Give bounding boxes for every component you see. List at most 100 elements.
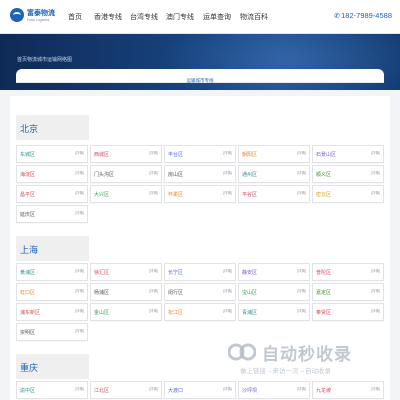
district-item[interactable]: 平谷区 [详情] — [238, 185, 310, 203]
district-item[interactable]: 金山区 [详情] — [90, 303, 162, 321]
detail-link[interactable]: [详情] — [297, 151, 306, 156]
detail-link[interactable]: [详情] — [297, 269, 306, 274]
district-name: 房山区 — [168, 172, 184, 178]
detail-link[interactable]: [详情] — [371, 171, 380, 176]
detail-link[interactable]: [详情] — [75, 211, 84, 216]
detail-link[interactable]: [详情] — [75, 387, 84, 392]
district-item[interactable]: 闵行区 [详情] — [164, 283, 236, 301]
detail-link[interactable]: [详情] — [75, 191, 84, 196]
tab-transport-cities[interactable]: 运输城市专线 — [187, 78, 214, 83]
detail-link[interactable]: [详情] — [75, 309, 84, 314]
district-item[interactable]: 房山区 [详情] — [164, 165, 236, 183]
detail-link[interactable]: [详情] — [297, 309, 306, 314]
district-item[interactable]: 嘉定区 [详情] — [312, 283, 384, 301]
detail-link[interactable]: [详情] — [149, 269, 158, 274]
district-name: 丰台区 — [168, 152, 184, 158]
detail-link[interactable]: [详情] — [223, 269, 232, 274]
district-item[interactable]: 黄浦区 [详情] — [16, 263, 88, 281]
district-item[interactable]: 西城区 [详情] — [90, 145, 162, 163]
nav-home[interactable]: 首页 — [68, 12, 82, 22]
detail-link[interactable]: [详情] — [371, 269, 380, 274]
detail-link[interactable]: [详情] — [223, 191, 232, 196]
globe-logo-icon — [10, 8, 24, 22]
city-header-chongqing: 重庆 — [16, 354, 89, 379]
city-header-shanghai: 上海 — [16, 236, 89, 261]
detail-link[interactable]: [详情] — [371, 151, 380, 156]
detail-link[interactable]: [详情] — [75, 151, 84, 156]
district-item[interactable]: 顺义区 [详情] — [312, 165, 384, 183]
detail-link[interactable]: [详情] — [75, 171, 84, 176]
district-item[interactable]: 徐汇区 [详情] — [90, 263, 162, 281]
district-item[interactable]: 奉贤区 [详情] — [312, 303, 384, 321]
district-item[interactable]: 崇明区 [详情] — [16, 323, 88, 341]
district-item[interactable]: 渝中区 [详情] — [16, 381, 88, 399]
district-item[interactable]: 密云区 [详情] — [312, 185, 384, 203]
district-item[interactable]: 青浦区 [详情] — [238, 303, 310, 321]
district-item[interactable]: 松江区 [详情] — [164, 303, 236, 321]
district-name: 渝中区 — [20, 388, 36, 394]
detail-link[interactable]: [详情] — [371, 191, 380, 196]
detail-link[interactable]: [详情] — [149, 171, 158, 176]
district-item[interactable]: 杨浦区 [详情] — [90, 283, 162, 301]
district-item[interactable]: 通州区 [详情] — [238, 165, 310, 183]
detail-link[interactable]: [详情] — [223, 151, 232, 156]
nav-taiwan-line[interactable]: 台湾专线 — [130, 12, 158, 22]
district-name: 浦东新区 — [20, 310, 41, 316]
district-item[interactable]: 普陀区 [详情] — [312, 263, 384, 281]
detail-link[interactable]: [详情] — [297, 387, 306, 392]
district-item[interactable]: 门头沟区 [详情] — [90, 165, 162, 183]
district-item[interactable]: 静安区 [详情] — [238, 263, 310, 281]
district-item[interactable]: 大兴区 [详情] — [90, 185, 162, 203]
brand-tagline: Futai Logistics — [27, 18, 50, 22]
section-tab-bar: 运输城市专线 — [16, 69, 384, 83]
district-item[interactable]: 朝阳区 [详情] — [238, 145, 310, 163]
detail-link[interactable]: [详情] — [75, 289, 84, 294]
brand-logo[interactable]: 富泰物流 Futai Logistics — [10, 6, 58, 28]
detail-link[interactable]: [详情] — [149, 289, 158, 294]
district-name: 密云区 — [316, 192, 332, 198]
district-name: 静安区 — [242, 270, 258, 276]
detail-link[interactable]: [详情] — [297, 171, 306, 176]
district-item[interactable]: 延庆区 [详情] — [16, 205, 88, 223]
district-item[interactable]: 浦东新区 [详情] — [16, 303, 88, 321]
district-item[interactable]: 怀柔区 [详情] — [164, 185, 236, 203]
city-name: 上海 — [20, 245, 39, 255]
hotline[interactable]: ✆182-7989-4588 — [334, 11, 392, 20]
detail-link[interactable]: [详情] — [149, 191, 158, 196]
district-name: 延庆区 — [20, 212, 36, 218]
district-item[interactable]: 宝山区 [详情] — [238, 283, 310, 301]
district-item[interactable]: 虹口区 [详情] — [16, 283, 88, 301]
nav-hongkong-line[interactable]: 香港专线 — [94, 12, 122, 22]
district-item[interactable]: 九龙坡 [详情] — [312, 381, 384, 399]
detail-link[interactable]: [详情] — [149, 309, 158, 314]
nav-logistics-wiki[interactable]: 物流百科 — [240, 12, 268, 22]
detail-link[interactable]: [详情] — [223, 289, 232, 294]
district-item[interactable]: 丰台区 [详情] — [164, 145, 236, 163]
district-item[interactable]: 东城区 [详情] — [16, 145, 88, 163]
detail-link[interactable]: [详情] — [371, 387, 380, 392]
detail-link[interactable]: [详情] — [149, 151, 158, 156]
nav-waybill-query[interactable]: 运单查询 — [203, 12, 231, 22]
district-item[interactable]: 长宁区 [详情] — [164, 263, 236, 281]
detail-link[interactable]: [详情] — [149, 387, 158, 392]
city-name: 重庆 — [20, 363, 39, 373]
nav-macau-line[interactable]: 澳门专线 — [166, 12, 194, 22]
district-item[interactable]: 沙坪坝 [详情] — [238, 381, 310, 399]
district-item[interactable]: 海淀区 [详情] — [16, 165, 88, 183]
district-name: 朝阳区 — [242, 152, 258, 158]
detail-link[interactable]: [详情] — [371, 309, 380, 314]
detail-link[interactable]: [详情] — [297, 191, 306, 196]
district-name: 门头沟区 — [94, 172, 115, 178]
district-item[interactable]: 昌平区 [详情] — [16, 185, 88, 203]
detail-link[interactable]: [详情] — [223, 309, 232, 314]
district-name: 海淀区 — [20, 172, 36, 178]
detail-link[interactable]: [详情] — [223, 171, 232, 176]
detail-link[interactable]: [详情] — [75, 269, 84, 274]
district-item[interactable]: 石景山区 [详情] — [312, 145, 384, 163]
detail-link[interactable]: [详情] — [297, 289, 306, 294]
district-item[interactable]: 大渡口 [详情] — [164, 381, 236, 399]
detail-link[interactable]: [详情] — [371, 289, 380, 294]
detail-link[interactable]: [详情] — [75, 329, 84, 334]
district-item[interactable]: 江北区 [详情] — [90, 381, 162, 399]
detail-link[interactable]: [详情] — [223, 387, 232, 392]
